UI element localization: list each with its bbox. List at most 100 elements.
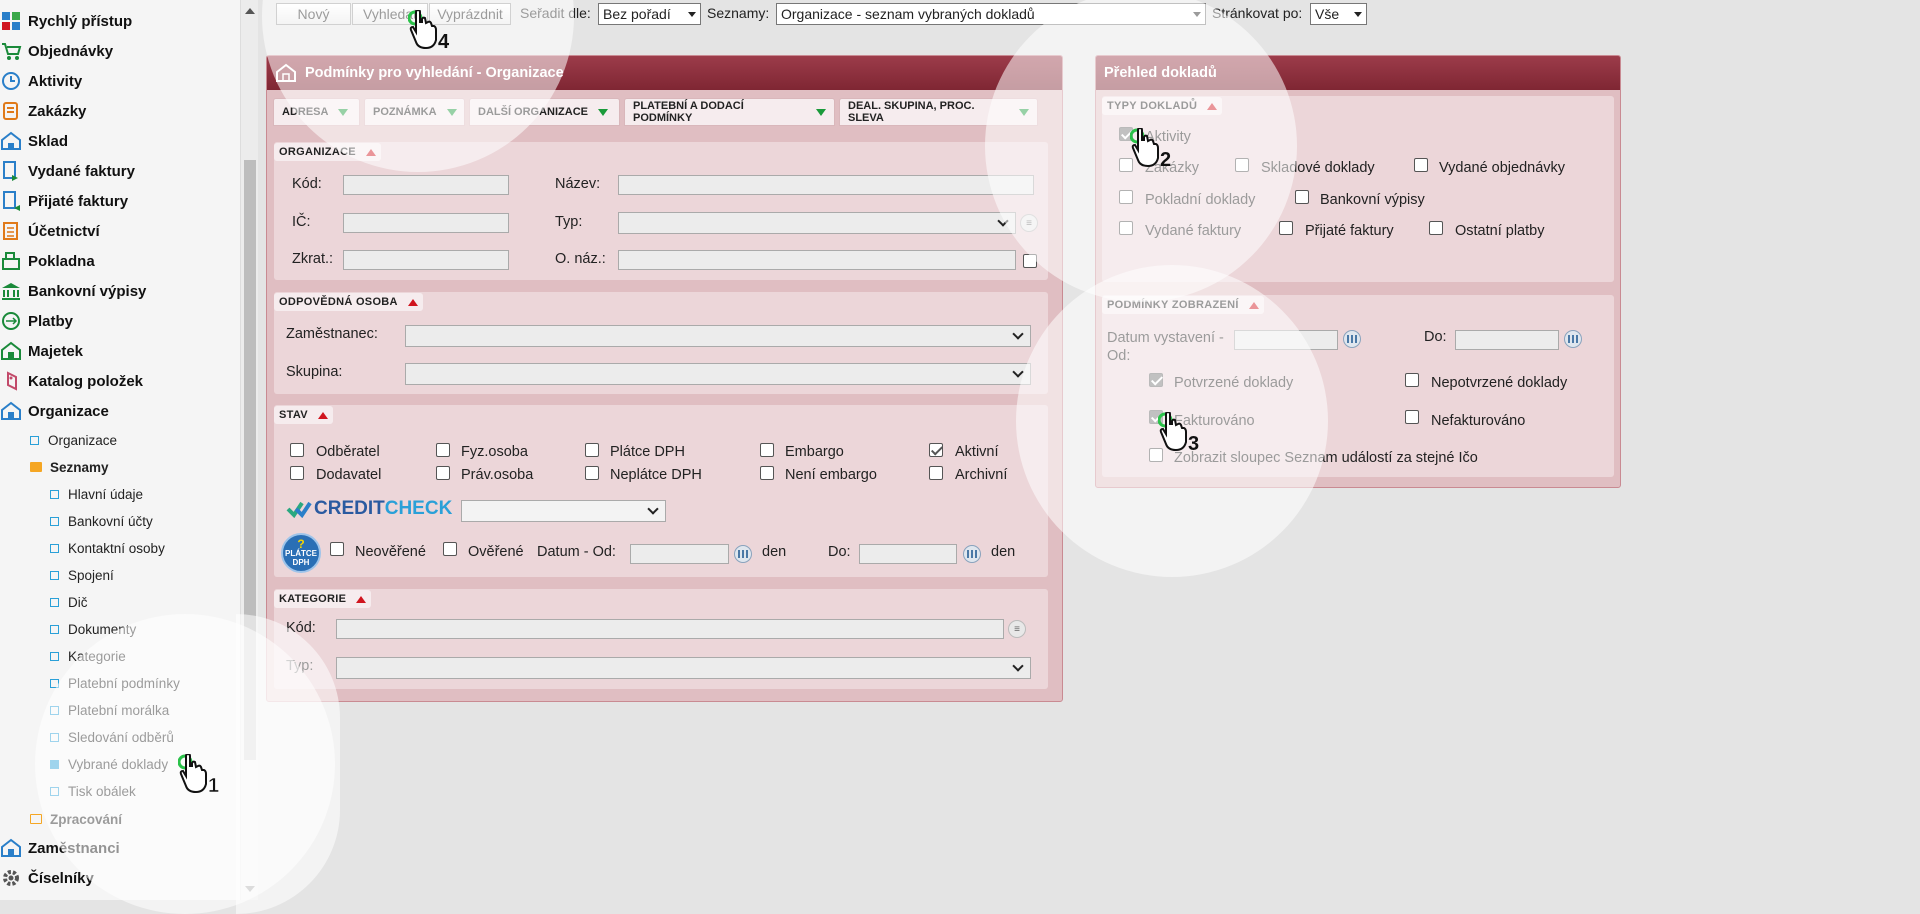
abbrev-input[interactable]	[343, 250, 509, 270]
sidebar-subitem-spojeni[interactable]: Spojení	[50, 564, 114, 586]
new-button[interactable]: Nový	[276, 3, 351, 25]
sidebar-item-ciselniky[interactable]: Číselníky	[0, 864, 94, 892]
pokladni-doklady-checkbox[interactable]	[1119, 190, 1133, 204]
sidebar-item-rychly-pristup[interactable]: Rychlý přístup	[0, 7, 132, 35]
sidebar-subitem-sledovani-odberu[interactable]: Sledování odběrů	[50, 726, 174, 748]
section-title-stav[interactable]: STAV	[274, 406, 333, 424]
section-title-odpovedna-osoba[interactable]: ODPOVĚDNÁ OSOBA	[274, 293, 423, 311]
platce-dph-checkbox[interactable]	[585, 443, 599, 457]
sidebar-subitem-zpracovani[interactable]: Zpracování	[30, 808, 122, 830]
sidebar-item-zamestnanci[interactable]: Zaměstnanci	[0, 834, 120, 862]
bankovni-vypisy-checkbox[interactable]	[1295, 190, 1309, 204]
sidebar-item-sklad[interactable]: Sklad	[0, 127, 68, 155]
archivni-checkbox[interactable]	[929, 466, 943, 480]
nefakturovano-label: Nefakturováno	[1431, 413, 1526, 429]
list-icon[interactable]: ≡	[1020, 214, 1038, 232]
neoverene-checkbox[interactable]	[330, 542, 344, 556]
scroll-up-icon[interactable]	[245, 8, 255, 14]
prav-osoba-checkbox[interactable]	[436, 466, 450, 480]
scrollbar-thumb[interactable]	[244, 160, 256, 760]
sidebar-subitem-kontaktni-osoby[interactable]: Kontaktní osoby	[50, 537, 165, 559]
sidebar-item-objednavky[interactable]: Objednávky	[0, 37, 113, 65]
sidebar-item-katalog-polozek[interactable]: Katalog položek	[0, 367, 143, 395]
dodavatel-checkbox[interactable]	[290, 466, 304, 480]
sidebar-subitem-kategorie[interactable]: Kategorie	[50, 645, 126, 667]
ostatni-platby-checkbox[interactable]	[1429, 221, 1443, 235]
sidebar-scrollbar[interactable]	[240, 0, 258, 900]
sidebar-item-majetek[interactable]: Majetek	[0, 337, 83, 365]
tab-dalsi-organizace[interactable]: DALŠÍ ORGANIZACE	[469, 98, 620, 126]
neni-embargo-checkbox[interactable]	[760, 466, 774, 480]
fyz-osoba-checkbox[interactable]	[436, 443, 450, 457]
section-title-typy-dokladu[interactable]: TYPY DOKLADŮ	[1102, 97, 1223, 115]
sidebar-subitem-dic[interactable]: Dič	[50, 591, 88, 613]
step-number: 4	[438, 31, 450, 53]
ic-input[interactable]	[343, 213, 509, 233]
section-title-organizace[interactable]: ORGANIZACE	[274, 143, 381, 161]
list-icon[interactable]: ≡	[1008, 620, 1026, 638]
calendar-icon[interactable]	[1564, 330, 1582, 348]
expand-icon	[338, 108, 349, 116]
sidebar-subitem-vybrane-doklady[interactable]: Vybrané doklady	[50, 753, 168, 775]
embargo-checkbox[interactable]	[760, 443, 774, 457]
days-label: den	[991, 544, 1016, 560]
sidebar-subitem-dokumenty[interactable]: Dokumenty	[50, 618, 136, 640]
vydane-objednavky-checkbox[interactable]	[1414, 158, 1428, 172]
date-from-input[interactable]	[630, 544, 729, 564]
sidebar-item-pokladna[interactable]: Pokladna	[0, 247, 95, 275]
prijate-faktury-checkbox[interactable]	[1279, 221, 1293, 235]
nefakturovano-checkbox[interactable]	[1405, 410, 1419, 424]
home-icon[interactable]	[275, 63, 297, 83]
vydane-faktury-checkbox[interactable]	[1119, 221, 1133, 235]
sidebar-subitem-seznamy[interactable]: Seznamy	[30, 456, 109, 478]
issue-date-from-input[interactable]	[1234, 330, 1338, 350]
calendar-icon[interactable]	[963, 545, 981, 563]
creditcheck-select[interactable]	[461, 500, 666, 522]
category-type-label: Typ:	[286, 658, 314, 674]
sidebar-item-prijate-faktury[interactable]: Přijaté faktury	[0, 187, 128, 215]
sidebar-item-vydane-faktury[interactable]: Vydané faktury	[0, 157, 135, 185]
section-title-podminky-zobrazeni[interactable]: PODMÍNKY ZOBRAZENÍ	[1102, 296, 1264, 314]
date-to-input[interactable]	[859, 544, 957, 564]
calendar-icon[interactable]	[734, 545, 752, 563]
tab-adresa[interactable]: ADRESA	[273, 98, 360, 126]
paging-select[interactable]: Vše	[1310, 3, 1367, 25]
skladove-doklady-checkbox[interactable]	[1235, 158, 1249, 172]
name-input[interactable]	[618, 175, 1034, 195]
sidebar-subitem-hlavni-udaje[interactable]: Hlavní údaje	[50, 483, 143, 505]
sidebar-item-bankovni-vypisy[interactable]: Bankovní výpisy	[0, 277, 146, 305]
sidebar-subitem-platebni-podminky[interactable]: Platební podmínky	[50, 672, 180, 694]
employee-select[interactable]	[405, 325, 1031, 347]
sidebar-subitem-tisk-obalek[interactable]: Tisk obálek	[50, 780, 136, 802]
aktivni-checkbox[interactable]	[929, 443, 943, 457]
odberatel-checkbox[interactable]	[290, 443, 304, 457]
nepotvrzene-doklady-checkbox[interactable]	[1405, 373, 1419, 387]
code-input[interactable]	[343, 175, 509, 195]
neplatce-dph-checkbox[interactable]	[585, 466, 599, 480]
sidebar-item-zakazky[interactable]: Zakázky	[0, 97, 86, 125]
sidebar-item-ucetnictvi[interactable]: Účetnictví	[0, 217, 100, 245]
other-name-input[interactable]	[618, 250, 1016, 270]
overene-checkbox[interactable]	[443, 542, 457, 556]
sort-select[interactable]: Bez pořadí	[598, 3, 701, 25]
section-title-kategorie[interactable]: KATEGORIE	[274, 590, 372, 608]
tab-poznamka[interactable]: POZNÁMKA	[364, 98, 465, 126]
sidebar-item-organizace[interactable]: Organizace	[0, 397, 109, 425]
calendar-icon[interactable]	[1343, 330, 1361, 348]
other-name-checkbox[interactable]	[1023, 254, 1037, 268]
category-type-select[interactable]	[336, 657, 1031, 679]
sidebar-item-platby[interactable]: Platby	[0, 307, 73, 335]
sidebar-subitem-platebni-moralka[interactable]: Platební morálka	[50, 699, 169, 721]
issue-date-to-input[interactable]	[1455, 330, 1559, 350]
sidebar-item-aktivity[interactable]: Aktivity	[0, 67, 82, 95]
scroll-down-icon[interactable]	[245, 886, 255, 892]
potvrzene-doklady-checkbox[interactable]	[1149, 373, 1163, 387]
sidebar-subitem-bankovni-ucty[interactable]: Bankovní účty	[50, 510, 153, 532]
type-select[interactable]	[618, 212, 1016, 234]
tab-deal-skupina[interactable]: DEAL. SKUPINA, PROC. SLEVA	[839, 98, 1038, 126]
tab-platebni-podminky[interactable]: PLATEBNÍ A DODACÍ PODMÍNKY	[624, 98, 835, 126]
lists-select[interactable]: Organizace - seznam vybraných dokladů	[776, 3, 1206, 25]
sidebar-subitem-organizace[interactable]: Organizace	[30, 429, 117, 451]
category-code-input[interactable]	[336, 619, 1004, 639]
group-select[interactable]	[405, 363, 1031, 385]
